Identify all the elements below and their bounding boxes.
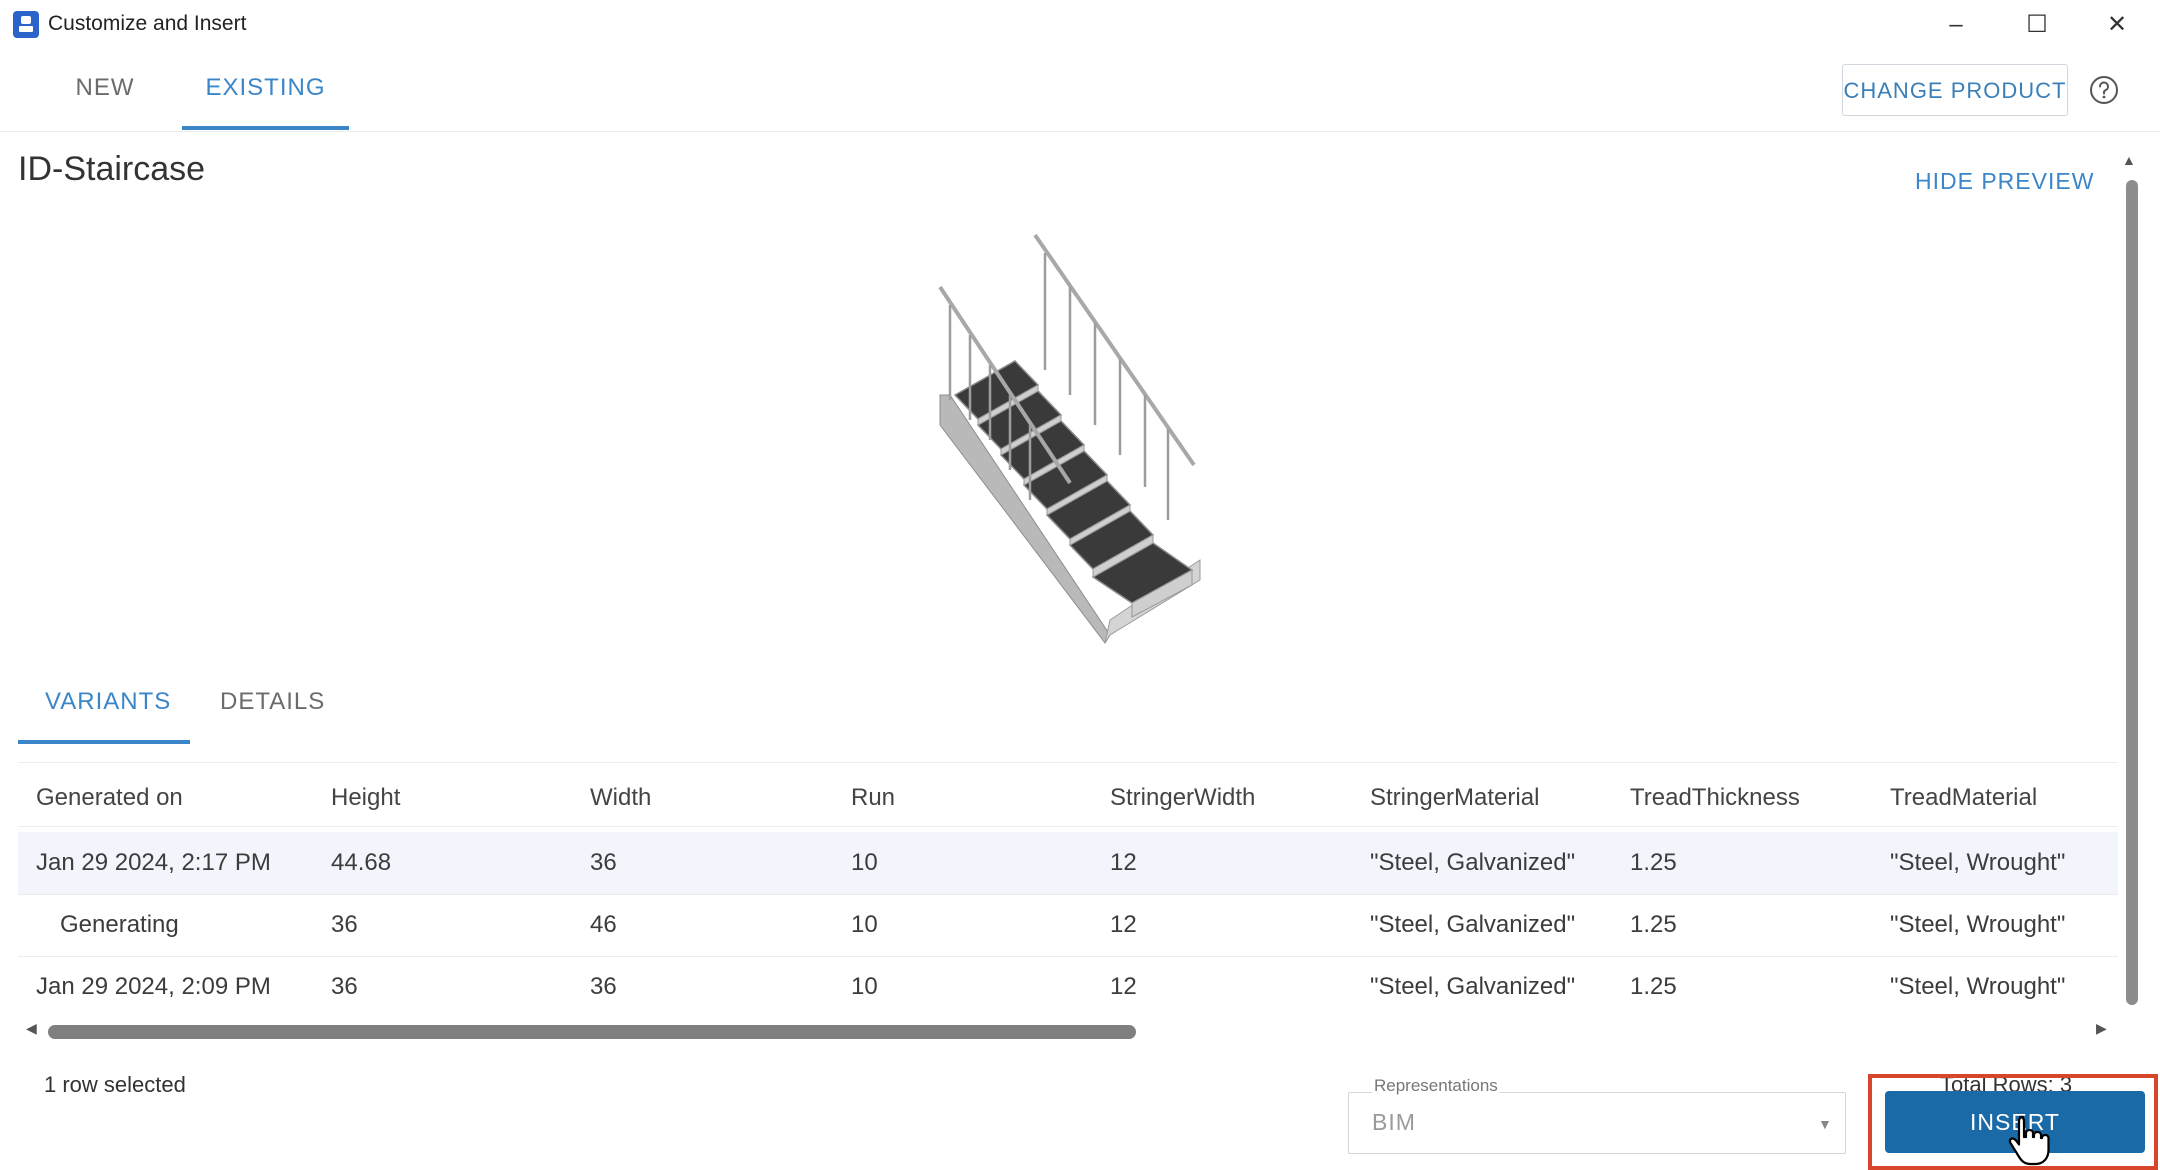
active-tab-indicator: [18, 740, 190, 744]
cell-width: 36: [590, 849, 617, 876]
table-header-row: Generated on Height Width Run StringerWi…: [18, 770, 2118, 826]
page-title: ID-Staircase: [18, 150, 206, 188]
cell-tread-material: "Steel, Wrought": [1890, 849, 2066, 876]
column-header-generated-on[interactable]: Generated on: [36, 770, 183, 826]
close-button[interactable]: ✕: [2087, 6, 2147, 44]
tab-existing[interactable]: EXISTING: [182, 74, 349, 114]
cell-height: 36: [331, 973, 358, 1000]
cell-width: 36: [590, 973, 617, 1000]
top-divider: [0, 131, 2160, 132]
column-header-stringer-material[interactable]: StringerMaterial: [1370, 770, 1539, 826]
cell-tread-material: "Steel, Wrought": [1890, 911, 2066, 938]
cell-height: 44.68: [331, 849, 392, 876]
representations-value: BIM: [1372, 1109, 1416, 1135]
cell-stringer-width: 12: [1110, 911, 1137, 938]
tab-details[interactable]: DETAILS: [220, 688, 325, 716]
vertical-scrollbar[interactable]: [2126, 180, 2138, 1005]
column-header-tread-thickness[interactable]: TreadThickness: [1630, 770, 1800, 826]
cell-tread-thickness: 1.25: [1630, 911, 1677, 938]
staircase-preview-image: [938, 233, 1201, 644]
cell-stringer-width: 12: [1110, 973, 1137, 1000]
help-icon[interactable]: [2089, 75, 2119, 105]
column-header-height[interactable]: Height: [331, 770, 400, 826]
representations-select[interactable]: [1348, 1092, 1846, 1154]
hide-preview-button[interactable]: HIDE PREVIEW: [1915, 168, 2094, 195]
cell-generated-on: Generating: [60, 911, 179, 938]
change-product-button[interactable]: CHANGE PRODUCT: [1842, 64, 2068, 116]
cell-stringer-material: "Steel, Galvanized": [1370, 911, 1576, 938]
scroll-left-arrow-icon[interactable]: ◀: [26, 1020, 37, 1037]
cell-tread-thickness: 1.25: [1630, 973, 1677, 1000]
tab-new[interactable]: NEW: [70, 74, 140, 114]
row-divider: [18, 826, 2118, 827]
cell-run: 10: [851, 911, 878, 938]
representations-label: Representations: [1372, 1076, 1500, 1096]
hand-cursor-icon: [2008, 1115, 2050, 1166]
scroll-right-arrow-icon[interactable]: ▶: [2096, 1020, 2107, 1037]
cell-stringer-material: "Steel, Galvanized": [1370, 973, 1576, 1000]
column-header-width[interactable]: Width: [590, 770, 651, 826]
title-bar: [0, 0, 2160, 50]
tab-variants[interactable]: VARIANTS: [45, 688, 171, 716]
cell-tread-material: "Steel, Wrought": [1890, 973, 2066, 1000]
column-header-stringer-width[interactable]: StringerWidth: [1110, 770, 1255, 826]
horizontal-scrollbar[interactable]: [48, 1025, 1136, 1039]
cell-stringer-material: "Steel, Galvanized": [1370, 849, 1576, 876]
cell-run: 10: [851, 973, 878, 1000]
cell-generated-on: Jan 29 2024, 2:17 PM: [36, 849, 271, 876]
chevron-down-icon[interactable]: ▼: [1818, 1116, 1832, 1132]
column-header-run[interactable]: Run: [851, 770, 895, 826]
cell-tread-thickness: 1.25: [1630, 849, 1677, 876]
window-title: Customize and Insert: [48, 12, 247, 35]
table-row[interactable]: Generating 36 46 10 12 "Steel, Galvanize…: [18, 894, 2118, 956]
tabs-divider: [18, 762, 2118, 763]
cell-generated-on: Jan 29 2024, 2:09 PM: [36, 973, 271, 1000]
cell-run: 10: [851, 849, 878, 876]
cell-height: 36: [331, 911, 358, 938]
scroll-up-arrow-icon[interactable]: ▲: [2122, 152, 2136, 168]
maximize-button[interactable]: ☐: [2007, 6, 2067, 44]
rows-selected-count: 1 row selected: [44, 1072, 186, 1092]
cell-stringer-width: 12: [1110, 849, 1137, 876]
cell-width: 46: [590, 911, 617, 938]
minimize-button[interactable]: –: [1926, 6, 1986, 44]
column-header-tread-material[interactable]: TreadMaterial: [1890, 770, 2037, 826]
table-row[interactable]: Jan 29 2024, 2:09 PM 36 36 10 12 "Steel,…: [18, 956, 2118, 1018]
table-row[interactable]: Jan 29 2024, 2:17 PM 44.68 36 10 12 "Ste…: [18, 832, 2118, 894]
active-tab-indicator: [182, 126, 349, 130]
app-logo-icon: [13, 11, 39, 38]
